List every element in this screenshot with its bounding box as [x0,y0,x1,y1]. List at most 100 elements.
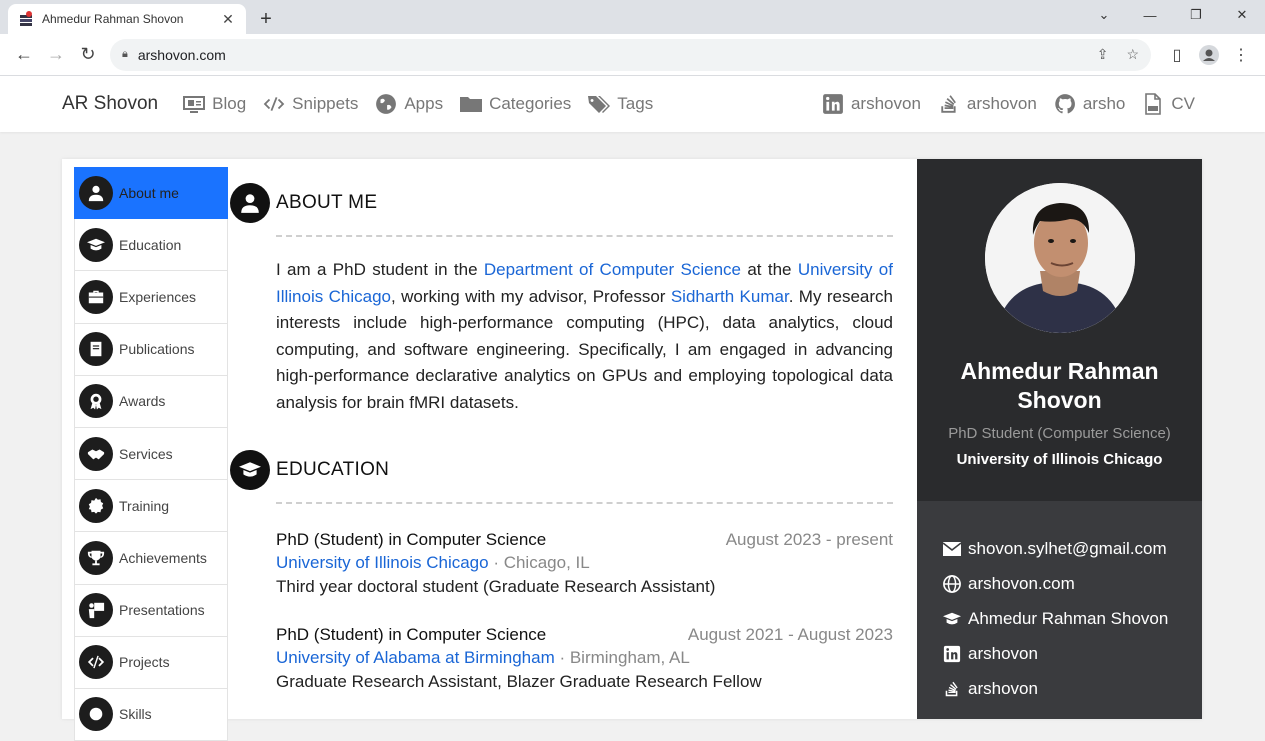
department-link[interactable]: Department of Computer Science [484,260,741,279]
site-favicon-icon [18,11,34,27]
degree-location: · Chicago, IL [488,553,590,572]
share-icon[interactable]: ⇪ [1097,46,1109,63]
side-panel-icon[interactable]: ▯ [1161,39,1193,71]
globe-icon [376,94,397,114]
globe-icon [943,574,961,593]
degree-description: Third year doctoral student (Graduate Re… [276,577,716,596]
nav-tags[interactable]: Tags [587,93,653,115]
advisor-link[interactable]: Sidharth Kumar [671,287,789,306]
restore-button[interactable]: ❐ [1173,0,1219,30]
sidebar-item-label: Projects [119,654,170,671]
lock-icon: 🔒︎ [122,48,128,60]
sidebar-item-label: Skills [119,706,152,723]
graduation-cap-icon [79,227,113,262]
folder-icon [460,97,483,112]
url-text: arshovon.com [137,46,226,63]
reload-button[interactable]: ↻ [72,39,104,71]
contact-email[interactable]: shovon.sylhet@gmail.com [942,531,1202,566]
nav-snippets[interactable]: Snippets [262,93,358,115]
tab-close-icon[interactable]: ✕ [220,11,236,28]
degree-description: Graduate Research Assistant, Blazer Grad… [276,672,762,691]
tags-icon [588,96,611,113]
sidebar-item-services[interactable]: Services [74,427,228,481]
university-link[interactable]: University of Alabama at Birmingham [276,648,555,667]
contact-website[interactable]: arshovon.com [942,566,1202,601]
sidebar-item-training[interactable]: Training [74,480,228,533]
social-links: arshovon arshovon arsho CV [821,93,1195,115]
sidebar-item-label: Services [119,445,173,462]
contact-list: shovon.sylhet@gmail.com arshovon.com Ahm… [917,501,1202,719]
header-linkedin-link[interactable]: arshovon [821,93,921,115]
education-section-header: EDUCATION [230,450,893,490]
sidebar-item-label: Education [119,236,182,253]
briefcase-icon [79,279,113,314]
sidebar-item-awards[interactable]: Awards [74,375,228,428]
user-icon [79,175,113,210]
header-cv-link[interactable]: CV [1141,93,1195,115]
nav-blog[interactable]: Blog [182,93,246,115]
sidebar-item-presentations[interactable]: Presentations [74,584,228,637]
sidebar-item-label: Experiences [119,288,197,305]
resume-card: About me Education Experiences Publicati… [62,159,1202,741]
certificate-icon [79,488,113,523]
graduation-cap-icon [943,612,961,624]
menu-kebab-icon[interactable]: ⋮ [1225,39,1257,71]
back-button[interactable]: ← [8,39,40,71]
main-content: ABOUT ME I am a PhD student in the Depar… [230,183,893,692]
contact-stackoverflow[interactable]: arshovon [942,671,1202,706]
sidebar-item-label: About me [119,184,179,201]
address-bar[interactable]: 🔒︎ arshovon.com ⇪ ☆ [110,38,1151,71]
user-icon [230,183,270,223]
tab-title: Ahmedur Rahman Shovon [42,12,184,26]
education-entry: PhD (Student) in Computer Science August… [276,530,893,597]
linkedin-icon [943,645,961,662]
sidebar-item-label: Achievements [119,549,207,566]
profile-icon[interactable] [1193,39,1225,71]
browser-tabbar: Ahmedur Rahman Shovon ✕ + ⌄ — ❐ ✕ [0,0,1265,34]
bookmark-star-icon[interactable]: ☆ [1126,46,1139,63]
close-window-button[interactable]: ✕ [1219,0,1265,30]
profile-panel: Ahmedur Rahman Shovon PhD Student (Compu… [917,159,1202,501]
sidebar-item-education[interactable]: Education [74,219,228,272]
degree-location: · Birmingham, AL [554,648,690,667]
code-icon [263,97,285,111]
nav-apps[interactable]: Apps [374,93,443,115]
profile-name: Ahmedur Rahman Shovon [960,358,1159,413]
tab-search-icon[interactable]: ⌄ [1081,0,1127,30]
about-text: I am a PhD student in the Department of … [276,260,893,412]
sidebar-item-achievements[interactable]: Achievements [74,532,228,585]
new-tab-button[interactable]: + [252,4,280,34]
sidebar-item-experiences[interactable]: Experiences [74,271,228,324]
header-github-link[interactable]: arsho [1053,93,1125,115]
site-header: AR Shovon Blog Snippets Apps Categories … [0,76,1265,132]
site-brand[interactable]: AR Shovon [62,93,158,115]
education-entry: PhD (Student) in Computer Science August… [276,625,893,692]
sidebar-item-about[interactable]: About me [74,167,228,220]
window-controls: ⌄ — ❐ ✕ [1081,0,1265,30]
sidebar-item-projects[interactable]: Projects [74,636,228,689]
sidebar-item-publications[interactable]: Publications [74,323,228,376]
degree-title: PhD (Student) in Computer Science [276,530,547,549]
stackoverflow-icon [941,95,956,113]
pdf-icon [1145,93,1162,115]
blog-icon [183,96,206,113]
presentation-icon [79,593,113,628]
university-link[interactable]: University of Illinois Chicago [276,553,489,572]
degree-title: PhD (Student) in Computer Science [276,625,547,644]
sidebar-item-label: Publications [119,341,195,358]
section-sidebar: About me Education Experiences Publicati… [74,167,228,741]
trophy-icon [79,540,113,575]
degree-date: August 2021 - August 2023 [687,625,893,644]
browser-toolbar: ← → ↻ 🔒︎ arshovon.com ⇪ ☆ ▯ ⋮ [0,34,1265,76]
stackoverflow-icon [945,681,958,696]
header-stackoverflow-link[interactable]: arshovon [937,93,1037,115]
about-heading: ABOUT ME [276,192,378,213]
contact-scholar[interactable]: Ahmedur Rahman Shovon [942,601,1202,636]
contact-linkedin[interactable]: arshovon [942,636,1202,671]
handshake-icon [79,436,113,471]
about-section-header: ABOUT ME [230,183,893,223]
minimize-button[interactable]: — [1127,0,1173,30]
browser-tab[interactable]: Ahmedur Rahman Shovon ✕ [8,4,246,34]
forward-button[interactable]: → [40,39,72,71]
nav-categories[interactable]: Categories [459,93,571,115]
